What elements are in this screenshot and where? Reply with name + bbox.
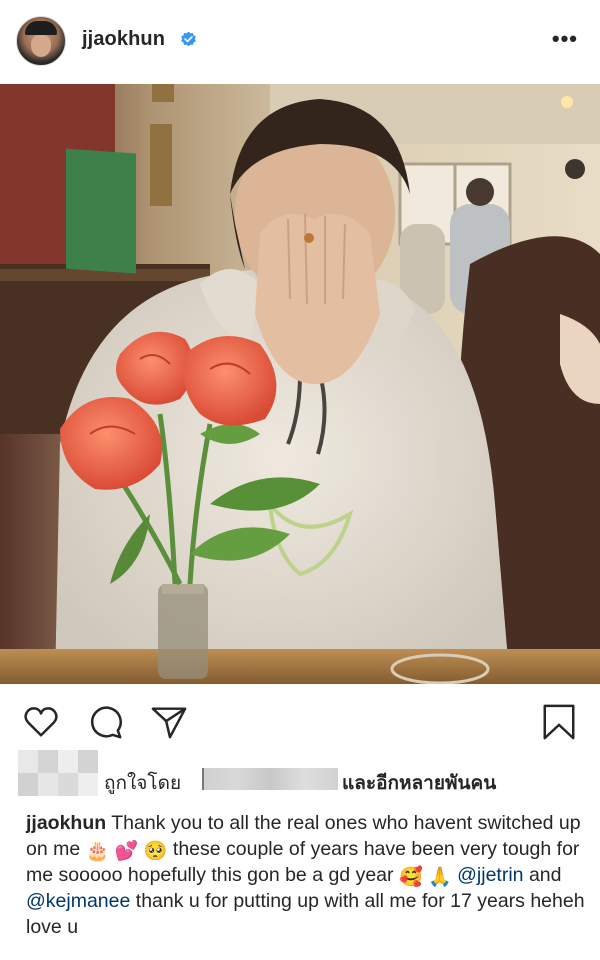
- heart-icon[interactable]: [22, 703, 60, 741]
- post-photo[interactable]: [0, 84, 600, 684]
- liker-avatar-pixelated[interactable]: [18, 750, 98, 796]
- more-options-icon[interactable]: •••: [552, 28, 578, 50]
- avatar[interactable]: [16, 16, 66, 66]
- birthday-cake-emoji: 🎂: [85, 840, 110, 862]
- mention-kejmanee[interactable]: @kejmanee: [26, 890, 130, 912]
- avatar-face: [31, 35, 51, 57]
- post-username[interactable]: jjaokhun: [82, 28, 165, 51]
- smiling-hearts-emoji: 🥰: [398, 866, 423, 888]
- pleading-face-emoji: 🥺: [143, 840, 168, 862]
- redaction-edge: [202, 768, 204, 790]
- caption-and: and: [528, 864, 562, 886]
- likes-prefix-label: ถูกใจโดย: [104, 773, 182, 794]
- post-photo-illustration: [0, 84, 600, 684]
- folded-hands-emoji: 🙏: [428, 866, 452, 888]
- liker-name-redacted[interactable]: [202, 768, 338, 790]
- comment-icon[interactable]: [86, 703, 124, 741]
- post-header: jjaokhun •••: [0, 0, 600, 82]
- avatar-cap: [25, 21, 57, 35]
- instagram-post: jjaokhun ••• ถูกใจโดย และอีกหลายพันคน jj…: [0, 0, 600, 960]
- bookmark-icon[interactable]: [540, 703, 578, 741]
- caption-username[interactable]: jjaokhun: [26, 812, 106, 834]
- two-hearts-emoji: 💕: [114, 840, 139, 862]
- likes-row: ถูกใจโดย และอีกหลายพันคน: [0, 748, 600, 796]
- share-icon[interactable]: [150, 703, 188, 741]
- mention-jjetrin[interactable]: @jjetrin: [457, 864, 523, 886]
- post-caption: jjaokhun Thank you to all the real ones …: [26, 810, 586, 940]
- likes-count-label[interactable]: และอีกหลายพันคน: [342, 768, 496, 798]
- verified-badge-icon: [180, 31, 197, 48]
